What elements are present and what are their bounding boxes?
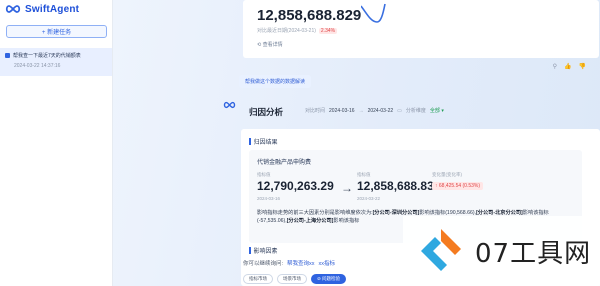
followup-link-1[interactable]: 帮我查询xx [287,261,315,267]
calendar-icon[interactable]: ▭ [397,108,402,114]
watermark-logo-icon [421,229,461,271]
history-item-date: 2024-03-22 14:37:16 [14,63,61,69]
app-name: SwiftAgent [25,3,80,15]
metric-value: 12,858,688.829 [257,7,362,24]
details-link[interactable]: ⟲ 查看详情 [257,41,283,48]
from-value: 12,790,263.29 [257,179,334,193]
dimension-select[interactable]: 全部 ▾ [430,107,444,114]
metric-card: 12,858,688.829 对比最近日期(2024-03-21) 2.34% ⟲… [243,0,599,58]
infinity-logo-icon [5,5,21,13]
message-actions: ⚲ 👍 👎 [553,63,586,70]
analysis-title: 归因分析 [249,107,284,117]
metric-compare: 对比最近日期(2024-03-21) 2.34% [257,28,338,34]
time-label: 对比时间 [305,108,326,114]
from-label: 指标值 [257,172,271,177]
chat-icon [5,53,10,58]
pin-icon[interactable]: ⚲ [553,63,557,70]
watermark: 07工具网 [403,216,600,286]
dimension-label: 分析维度 [405,108,426,114]
chip-scene-market[interactable]: 场景市场 [277,274,307,284]
thumb-down-icon[interactable]: 👎 [579,63,586,70]
to-value: 12,858,688.83 [357,179,434,193]
end-date[interactable]: 2024-03-22 [368,108,394,114]
history-item[interactable]: 帮我查一下最近7天的代销额表 2024-03-22 14:37:16 [0,48,112,76]
watermark-text: 07工具网 [475,238,592,269]
trend-sparkline [361,3,386,23]
change-badge: 2.34% [318,28,338,34]
thumb-up-icon[interactable]: 👍 [564,63,571,70]
sidebar: SwiftAgent + 新建任务 帮我查一下最近7天的代销额表 2024-03… [0,0,113,286]
history-item-title: 帮我查一下最近7天的代销额表 [13,53,81,59]
suggested-question[interactable]: 帮我做这个数据的数据解读 [239,75,312,88]
followup-prompt: 你可以继续询问: 帮我查询xx xx指标 [243,261,336,267]
new-task-button[interactable]: + 新建任务 [6,25,107,38]
app-logo: SwiftAgent [5,3,79,15]
factors-section-title: 影响因素 [249,246,278,255]
agent-avatar-icon [223,101,236,109]
arrow-right-icon: → [341,181,353,195]
result-section-title: 归因结果 [249,137,278,146]
change-label: 变化量(变化率) [432,172,462,177]
followup-link-2[interactable]: xx指标 [319,261,336,267]
analysis-controls: 对比时间 2024-03-16 → 2024-03-22 ▭ 分析维度 全部 ▾ [305,107,444,115]
chip-metric-market[interactable]: 指标市场 [243,274,273,284]
chip-question-check[interactable]: ⊘ 问题检验 [311,274,347,284]
start-date[interactable]: 2024-03-16 [329,108,355,114]
to-date: 2024-03-22 [357,196,381,201]
product-name: 代销金融产品申购费 [257,160,312,166]
change-value-badge: ↑ 68,425.54 (0.53%) [432,182,484,190]
quick-chips: 指标市场 场景市场 ⊘ 问题检验 [243,274,347,284]
from-date: 2024-03-16 [257,196,281,201]
to-label: 指标值 [357,172,371,177]
